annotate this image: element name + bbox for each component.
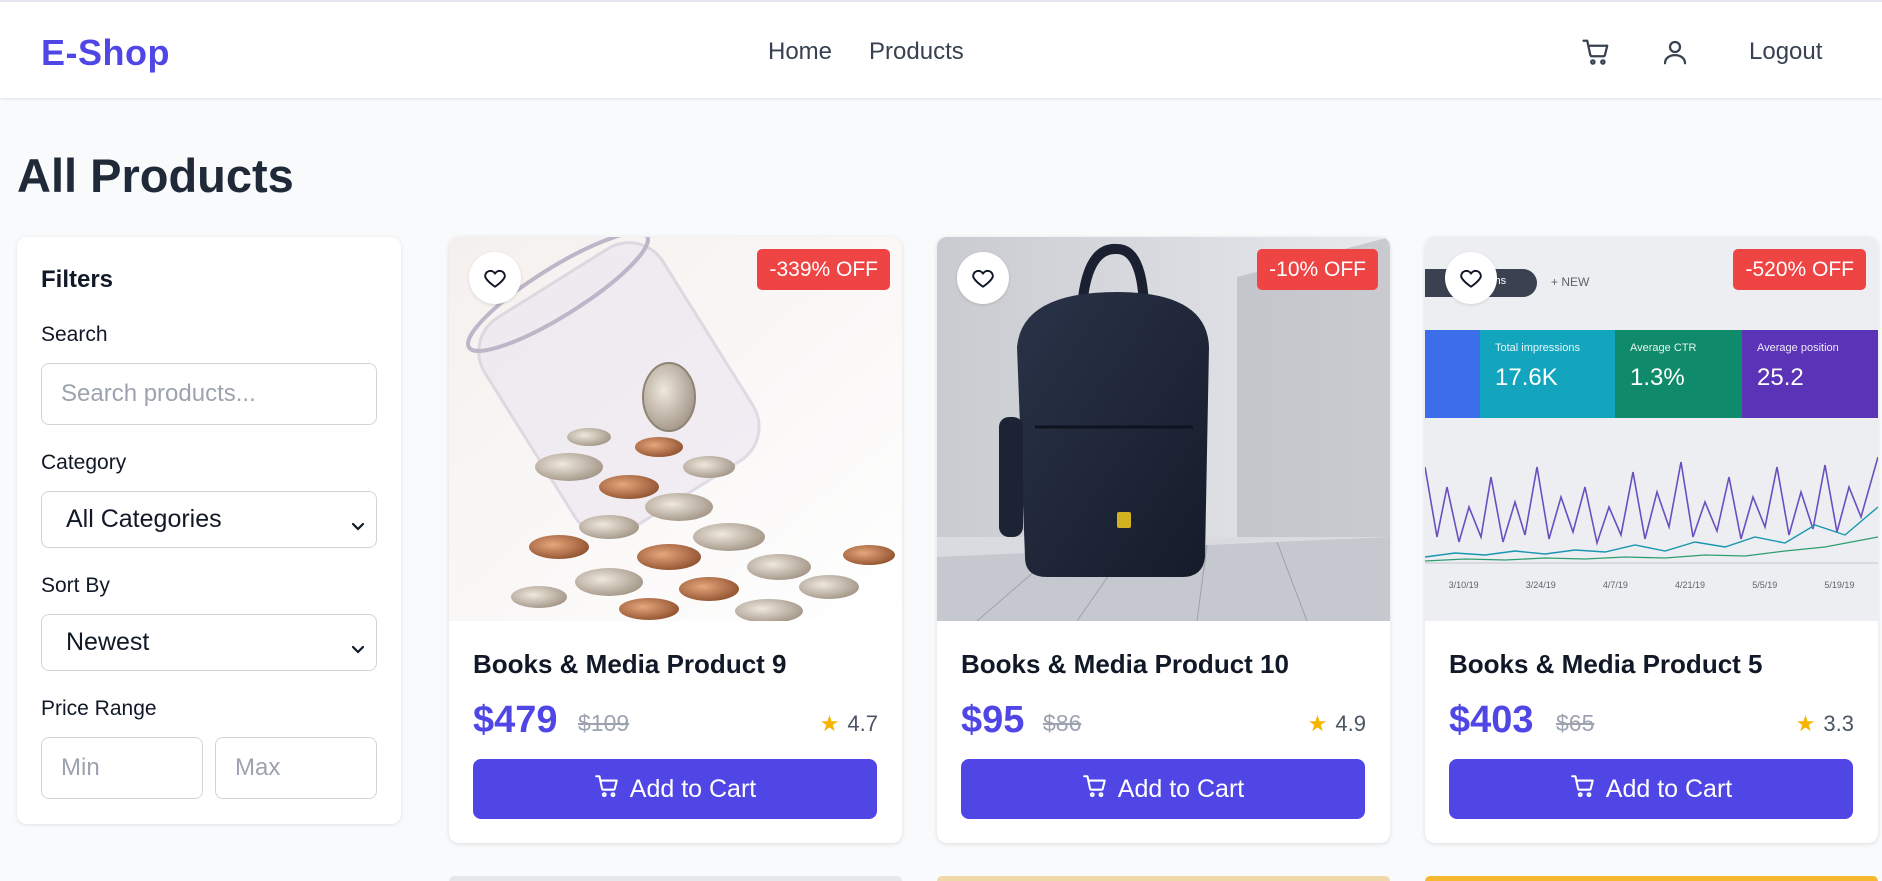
logout-button[interactable]: Logout bbox=[1749, 38, 1822, 66]
page-title: All Products bbox=[17, 149, 294, 202]
cart-icon bbox=[1082, 773, 1108, 806]
add-to-cart-button[interactable]: Add to Cart bbox=[473, 759, 877, 819]
product-name[interactable]: Books & Media Product 5 bbox=[1449, 649, 1763, 680]
date-tick: 5/19/19 bbox=[1824, 580, 1855, 590]
search-label: Search bbox=[41, 323, 108, 346]
cart-icon bbox=[1570, 773, 1596, 806]
star-icon: ★ bbox=[1795, 711, 1816, 736]
search-input[interactable] bbox=[41, 363, 377, 425]
top-navbar: E-Shop Home Products Logout bbox=[0, 0, 1882, 98]
metric-value: 17.6K bbox=[1495, 364, 1558, 391]
nav-home-link[interactable]: Home bbox=[768, 38, 832, 66]
product-name[interactable]: Books & Media Product 10 bbox=[961, 649, 1289, 680]
filters-panel: Filters Search Category All Categories S… bbox=[17, 237, 401, 824]
add-to-cart-button[interactable]: Add to Cart bbox=[1449, 759, 1853, 819]
metric-tile-ctr: Average CTR 1.3% bbox=[1615, 330, 1742, 418]
add-to-cart-label: Add to Cart bbox=[629, 774, 757, 803]
product-old-price: $86 bbox=[1043, 710, 1082, 736]
date-tick: 3/10/19 bbox=[1448, 580, 1479, 590]
product-image-analytics[interactable]: Months + NEW Total impressions 17.6K Ave… bbox=[1425, 237, 1878, 621]
star-icon: ★ bbox=[819, 711, 840, 736]
new-filter-label: + NEW bbox=[1551, 275, 1589, 289]
product-image-backpack[interactable]: -10% OFF bbox=[937, 237, 1390, 621]
product-card[interactable]: Months + NEW Total impressions 17.6K Ave… bbox=[1425, 237, 1878, 843]
metric-tile-position: Average position 25.2 bbox=[1742, 330, 1878, 418]
next-row-card-peek bbox=[1425, 876, 1878, 881]
next-row-card-peek bbox=[449, 876, 902, 881]
chevron-down-icon bbox=[350, 512, 366, 541]
cart-icon bbox=[594, 773, 620, 806]
date-axis: 3/10/19 3/24/19 4/7/19 4/21/19 5/5/19 5/… bbox=[1425, 580, 1878, 590]
wishlist-heart-icon[interactable] bbox=[957, 252, 1009, 304]
discount-badge: -10% OFF bbox=[1257, 249, 1378, 290]
product-card[interactable]: -339% OFF Books & Media Product 9 $479 $… bbox=[449, 237, 902, 843]
discount-badge: -339% OFF bbox=[757, 249, 890, 290]
date-tick: 5/5/19 bbox=[1752, 580, 1778, 590]
product-price: $479 bbox=[473, 699, 558, 741]
nav-products-link[interactable]: Products bbox=[869, 38, 964, 66]
analytics-line-chart bbox=[1425, 456, 1878, 564]
metric-value: 1.3% bbox=[1630, 364, 1685, 391]
rating-value: 4.7 bbox=[847, 711, 878, 736]
sort-selected-value: Newest bbox=[66, 628, 150, 656]
metric-label: Average position bbox=[1757, 342, 1839, 354]
metric-tile-clicks bbox=[1425, 330, 1480, 418]
product-rating: ★ 4.9 bbox=[1308, 711, 1366, 737]
wishlist-heart-icon[interactable] bbox=[469, 252, 521, 304]
main-nav: Home Products bbox=[768, 38, 964, 66]
new-label: NEW bbox=[1561, 275, 1590, 289]
add-to-cart-button[interactable]: Add to Cart bbox=[961, 759, 1365, 819]
next-row-card-peek bbox=[937, 876, 1390, 881]
filters-title: Filters bbox=[41, 266, 114, 293]
sort-label: Sort By bbox=[41, 574, 110, 597]
product-card[interactable]: -10% OFF Books & Media Product 10 $95 $8… bbox=[937, 237, 1390, 843]
product-old-price: $65 bbox=[1556, 710, 1595, 736]
product-old-price: $109 bbox=[578, 710, 630, 736]
date-tick: 4/21/19 bbox=[1675, 580, 1706, 590]
product-price: $403 bbox=[1449, 699, 1534, 741]
category-select[interactable]: All Categories bbox=[41, 491, 377, 548]
price-range-label: Price Range bbox=[41, 697, 157, 720]
product-price: $95 bbox=[961, 699, 1025, 741]
star-icon: ★ bbox=[1307, 711, 1328, 736]
product-rating: ★ 4.7 bbox=[820, 711, 878, 737]
category-selected-value: All Categories bbox=[66, 505, 222, 533]
product-name[interactable]: Books & Media Product 9 bbox=[473, 649, 787, 680]
chevron-down-icon bbox=[350, 635, 366, 664]
metric-label: Total impressions bbox=[1495, 342, 1580, 354]
rating-value: 3.3 bbox=[1823, 711, 1854, 736]
wishlist-heart-icon[interactable] bbox=[1445, 252, 1497, 304]
plus-icon: + bbox=[1551, 275, 1562, 289]
price-max-input[interactable] bbox=[215, 737, 377, 799]
user-icon[interactable] bbox=[1658, 35, 1692, 69]
date-tick: 3/24/19 bbox=[1525, 580, 1556, 590]
rating-value: 4.9 bbox=[1335, 711, 1366, 736]
discount-badge: -520% OFF bbox=[1733, 249, 1866, 290]
date-tick: 4/7/19 bbox=[1602, 580, 1628, 590]
metric-tile-impressions: Total impressions 17.6K bbox=[1480, 330, 1615, 418]
cart-icon[interactable] bbox=[1579, 35, 1613, 69]
metric-value: 25.2 bbox=[1757, 364, 1804, 391]
add-to-cart-label: Add to Cart bbox=[1605, 774, 1733, 803]
sort-select[interactable]: Newest bbox=[41, 614, 377, 671]
brand-logo[interactable]: E-Shop bbox=[41, 32, 170, 74]
add-to-cart-label: Add to Cart bbox=[1117, 774, 1245, 803]
product-image-coins[interactable]: -339% OFF bbox=[449, 237, 902, 621]
category-label: Category bbox=[41, 451, 127, 474]
price-min-input[interactable] bbox=[41, 737, 203, 799]
metric-label: Average CTR bbox=[1630, 342, 1697, 354]
product-rating: ★ 3.3 bbox=[1796, 711, 1854, 737]
